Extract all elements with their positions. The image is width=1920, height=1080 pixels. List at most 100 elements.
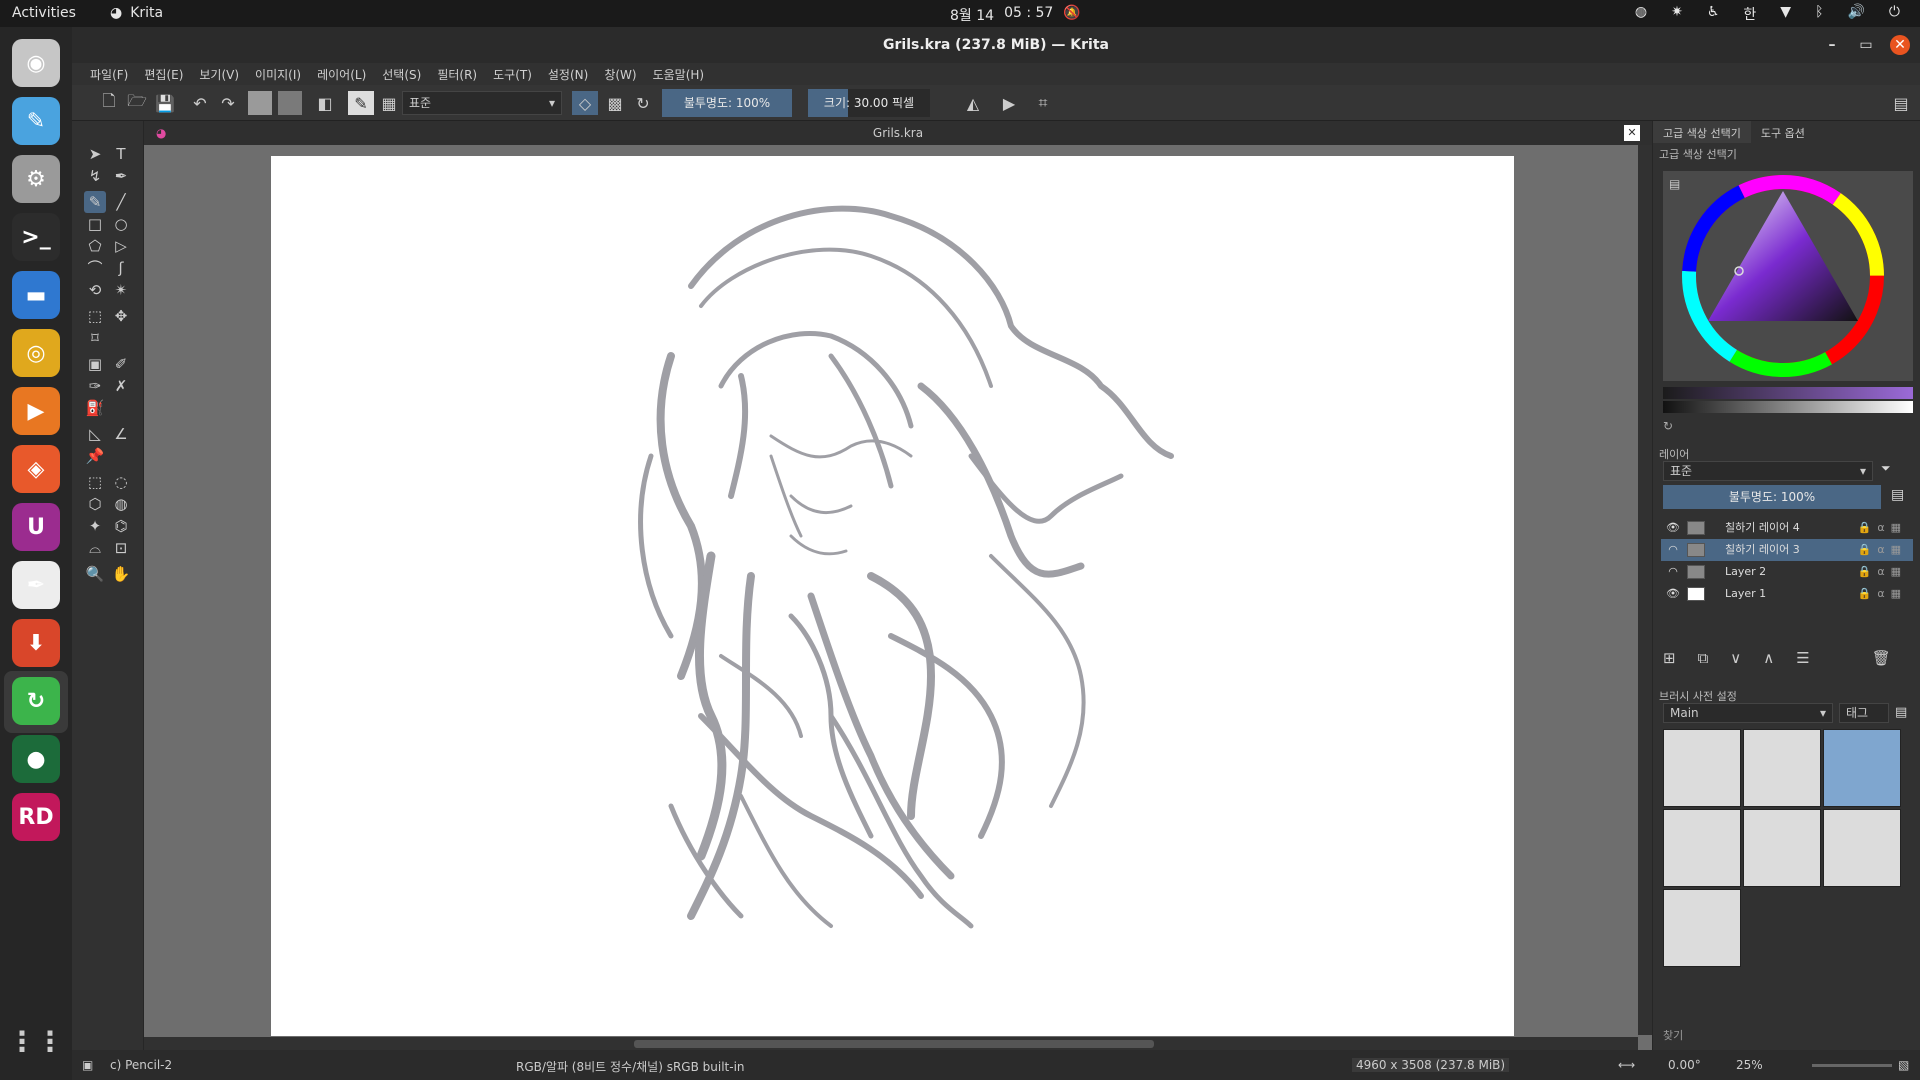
- preserve-alpha-icon[interactable]: ▩: [604, 91, 626, 115]
- layer-row[interactable]: 👁 칠하기 레이어 4 🔒α▦: [1661, 517, 1913, 539]
- menu-item-10[interactable]: 도움말(H): [645, 63, 713, 85]
- canvas-horizontal-scrollbar[interactable]: [144, 1037, 1638, 1051]
- downloader-icon[interactable]: ⬇: [12, 619, 60, 667]
- assistant-tool-icon[interactable]: ◺: [84, 423, 106, 445]
- bluetooth-icon[interactable]: ᛒ: [1815, 4, 1823, 24]
- updater-icon[interactable]: ↻: [12, 677, 60, 725]
- menu-item-4[interactable]: 레이어(L): [309, 63, 374, 85]
- brush-preset-selector-icon[interactable]: ✎: [348, 91, 374, 115]
- eraser-mode-icon[interactable]: ◇: [572, 91, 598, 115]
- move-layer-down-icon[interactable]: ∨: [1730, 649, 1741, 673]
- edit-shapes-icon[interactable]: ↯: [84, 165, 106, 187]
- layer-lock-icons[interactable]: 🔒α▦: [1858, 561, 1907, 583]
- open-document-icon[interactable]: 🗁: [126, 91, 148, 115]
- canvas-only-icon[interactable]: ▧: [1898, 1058, 1909, 1072]
- dynamic-brush-icon[interactable]: ⟲: [84, 279, 106, 301]
- volume-icon[interactable]: 🔊: [1847, 4, 1864, 24]
- eye-icon[interactable]: 👁: [1665, 517, 1681, 539]
- colorize-mask-icon[interactable]: ✗: [110, 375, 132, 397]
- menu-item-1[interactable]: 편집(E): [136, 63, 191, 85]
- bezier-select-icon[interactable]: ⌓: [84, 537, 106, 559]
- eye-hidden-icon[interactable]: ◠: [1665, 561, 1681, 583]
- menu-item-6[interactable]: 필터(R): [429, 63, 485, 85]
- color-picker-tray-icon[interactable]: ✷: [1671, 4, 1683, 24]
- webcam-icon[interactable]: ●: [12, 735, 60, 783]
- measure-tool-icon[interactable]: ∠: [110, 423, 132, 445]
- freehand-select-icon[interactable]: ◍: [110, 493, 132, 515]
- show-apps-grid-icon[interactable]: ⋮⋮: [8, 1017, 64, 1065]
- tab-advanced-color-selector[interactable]: 고급 색상 선택기: [1653, 121, 1751, 143]
- layer-lock-icons[interactable]: 🔒α▦: [1858, 583, 1907, 605]
- zoom-tool-icon[interactable]: 🔍: [84, 563, 106, 585]
- crop-tool-icon[interactable]: ⌑: [84, 327, 106, 349]
- freehand-path-icon[interactable]: ʃ: [110, 257, 132, 279]
- layer-lock-icons[interactable]: 🔒α▦: [1858, 517, 1907, 539]
- docker-toggle-icon[interactable]: ▤: [1890, 91, 1912, 115]
- wrap-around-icon[interactable]: ⌗: [1032, 91, 1054, 115]
- menu-item-2[interactable]: 보기(V): [191, 63, 247, 85]
- menu-item-5[interactable]: 선택(S): [374, 63, 429, 85]
- screenshot-app-icon[interactable]: ◉: [12, 39, 60, 87]
- settings-icon[interactable]: ⚙: [12, 155, 60, 203]
- close-document-icon[interactable]: ✕: [1624, 125, 1640, 141]
- layer-options-icon[interactable]: ☰: [1796, 649, 1809, 673]
- text-tool-icon[interactable]: T: [110, 143, 132, 165]
- menu-item-8[interactable]: 설정(N): [540, 63, 596, 85]
- preset-ink-brush[interactable]: [1663, 809, 1741, 887]
- brush-size-slider[interactable]: 크기: 30.00 픽셀: [808, 89, 930, 117]
- tray-app-icon[interactable]: ◍: [1635, 4, 1647, 24]
- layer-lock-icons[interactable]: 🔒α▦: [1858, 539, 1907, 561]
- ellipse-select-icon[interactable]: ◌: [110, 471, 132, 493]
- ellipse-tool-icon[interactable]: ○: [110, 213, 132, 235]
- menu-item-9[interactable]: 창(W): [596, 63, 644, 85]
- tab-tool-options[interactable]: 도구 옵션: [1751, 121, 1815, 143]
- color-selector-settings-icon[interactable]: ▤: [1669, 177, 1680, 191]
- lightness-slider[interactable]: [1663, 401, 1913, 413]
- canvas-vertical-scrollbar[interactable]: [1638, 145, 1652, 1035]
- mirror-horizontal-icon[interactable]: ◭: [962, 91, 984, 115]
- layer-row[interactable]: ◠ 칠하기 레이어 3 🔒α▦: [1661, 539, 1913, 561]
- activities-button[interactable]: Activities: [12, 5, 76, 21]
- eye-hidden-icon[interactable]: ◠: [1665, 539, 1681, 561]
- u-app-icon[interactable]: U: [12, 503, 60, 551]
- layer-properties-icon[interactable]: ▤: [1891, 487, 1904, 503]
- preset-soft-brush[interactable]: [1823, 809, 1901, 887]
- polyline-tool-icon[interactable]: ▷: [110, 235, 132, 257]
- brush-view-icon[interactable]: ▤: [1895, 705, 1907, 720]
- input-method-indicator[interactable]: 한: [1743, 4, 1756, 24]
- polygon-tool-icon[interactable]: ⬠: [84, 235, 106, 257]
- wifi-icon[interactable]: ▼: [1780, 4, 1791, 24]
- move-layer-up-icon[interactable]: ∧: [1763, 649, 1774, 673]
- line-tool-icon[interactable]: ╱: [110, 191, 132, 213]
- blend-mode-select[interactable]: 표준 ▾: [402, 91, 562, 115]
- move-tool-icon[interactable]: ✥: [110, 305, 132, 327]
- reload-preset-icon[interactable]: ↻: [632, 91, 654, 115]
- bezier-tool-icon[interactable]: ⌒: [84, 257, 106, 279]
- smart-patch-icon[interactable]: ✑: [84, 375, 106, 397]
- chrome-icon[interactable]: ◎: [12, 329, 60, 377]
- preset-pencil[interactable]: [1823, 729, 1901, 807]
- maximize-icon[interactable]: ▭: [1856, 35, 1876, 55]
- layer-row[interactable]: ◠ Layer 2 🔒α▦: [1661, 561, 1913, 583]
- fill-tool-icon[interactable]: ⛽: [84, 397, 106, 419]
- color-selector-widget[interactable]: ▤: [1663, 171, 1913, 381]
- media-player-icon[interactable]: ▶: [12, 387, 60, 435]
- opacity-slider[interactable]: 불투명도: 100%: [662, 89, 792, 117]
- freehand-brush-icon[interactable]: ✎: [84, 191, 106, 213]
- mirror-vertical-icon[interactable]: ▶: [998, 91, 1020, 115]
- value-slider[interactable]: [1663, 387, 1913, 399]
- polygon-select-icon[interactable]: ⬡: [84, 493, 106, 515]
- gradient-tool-icon[interactable]: ▣: [84, 353, 106, 375]
- brush-search-label[interactable]: 찾기: [1663, 1027, 1683, 1043]
- rectangle-select-icon[interactable]: ⬚: [84, 471, 106, 493]
- undo-icon[interactable]: ↶: [189, 91, 211, 115]
- magic-wand-icon[interactable]: ✦: [84, 515, 106, 537]
- scrollbar-thumb[interactable]: [634, 1040, 1154, 1048]
- krita-icon[interactable]: ✒: [12, 561, 60, 609]
- close-window-icon[interactable]: ✕: [1890, 35, 1910, 55]
- magnetic-select-icon[interactable]: ⊡: [110, 537, 132, 559]
- firefox-icon[interactable]: ◈: [12, 445, 60, 493]
- menu-item-3[interactable]: 이미지(I): [247, 63, 309, 85]
- rectangle-tool-icon[interactable]: □: [84, 213, 106, 235]
- zoom-slider[interactable]: [1812, 1064, 1892, 1067]
